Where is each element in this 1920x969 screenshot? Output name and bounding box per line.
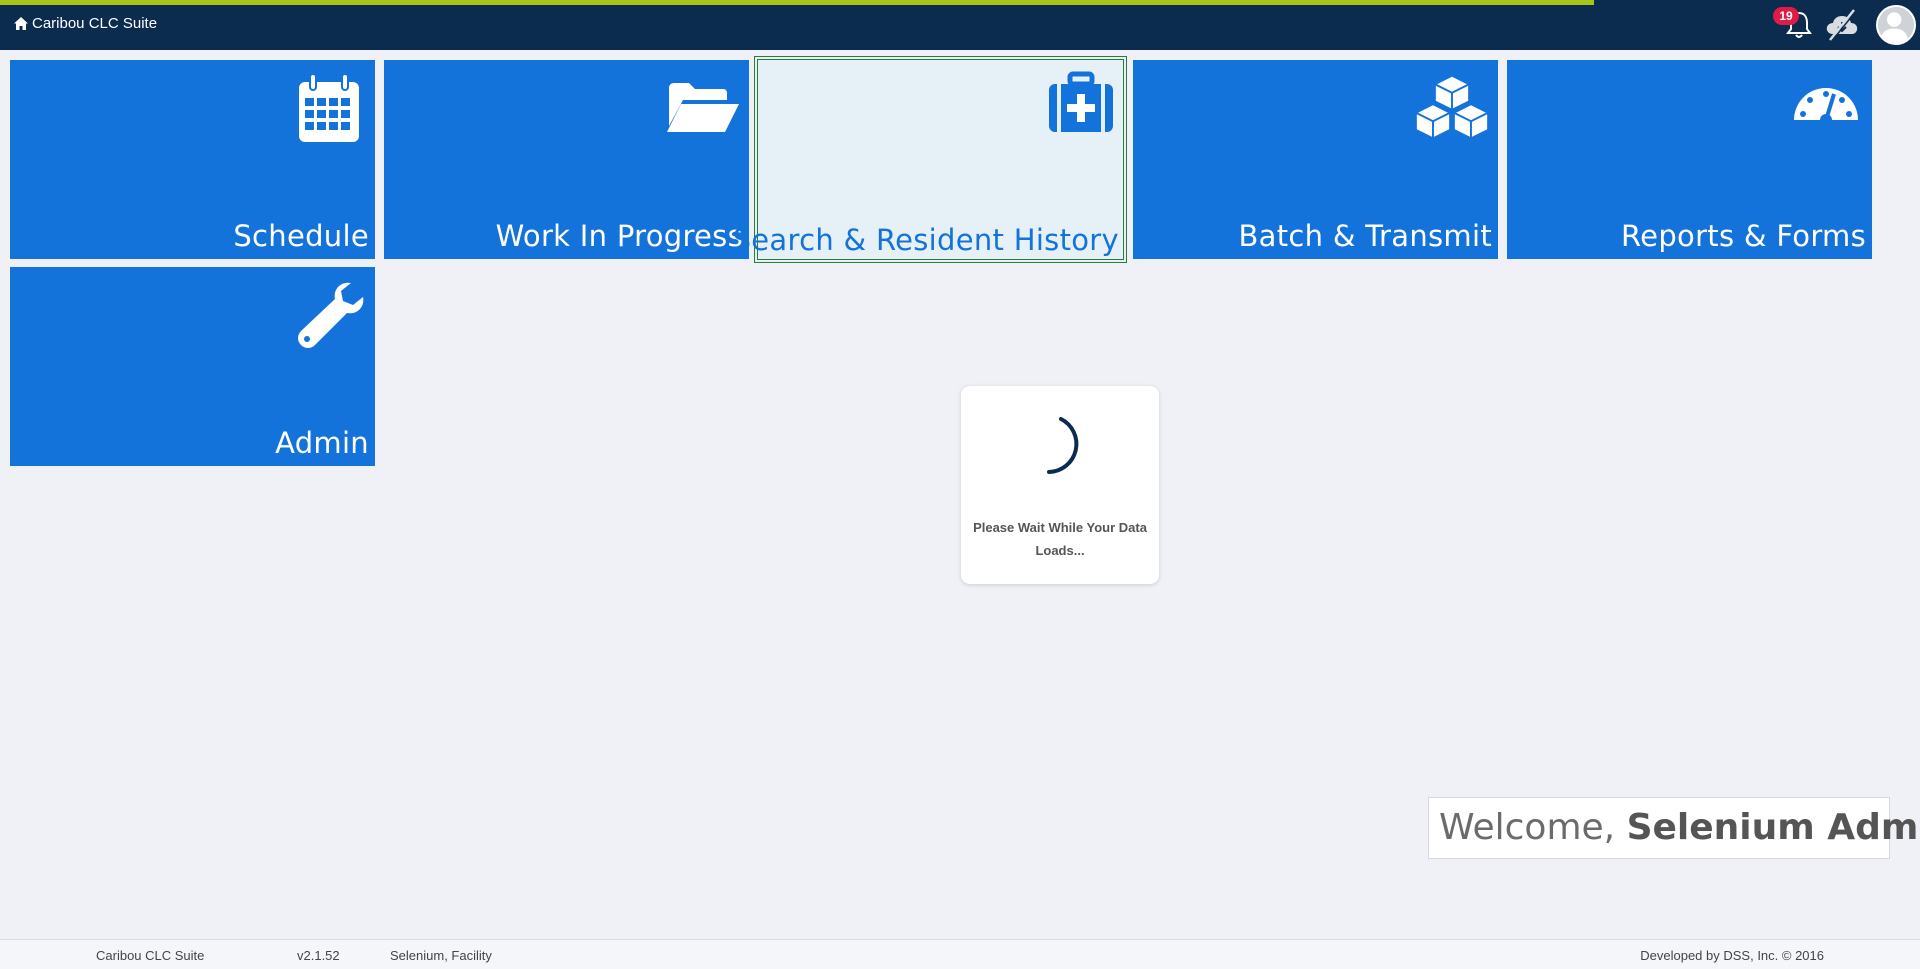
tile-label: Batch & Transmit — [1238, 219, 1492, 253]
home-icon — [14, 17, 28, 30]
footer-app-name: Caribou CLC Suite — [96, 948, 205, 963]
user-avatar[interactable] — [1876, 5, 1916, 45]
footer-facility: Selenium, Facility — [390, 948, 492, 963]
page-load-progress-bar — [0, 0, 1594, 5]
loading-dialog: Please Wait While Your Data Loads... — [961, 386, 1159, 584]
calendar-icon — [299, 73, 359, 142]
app-home-link[interactable]: Caribou CLC Suite — [14, 15, 157, 32]
wrench-icon — [298, 282, 364, 348]
loading-spinner-icon — [1047, 417, 1079, 474]
tile-batch-transmit[interactable]: Batch & Transmit — [1133, 60, 1498, 259]
footer-version: v2.1.52 — [297, 948, 340, 963]
tile-reports-forms[interactable]: Reports & Forms — [1507, 60, 1872, 259]
welcome-prefix: Welcome, — [1439, 807, 1627, 848]
folder-open-icon — [667, 83, 739, 132]
tile-schedule[interactable]: Schedule — [10, 60, 375, 259]
dashboard-icon — [1794, 88, 1858, 126]
top-navbar: Caribou CLC Suite 19 — [0, 0, 1920, 50]
footer-credits: Developed by DSS, Inc. © 2016 — [1640, 948, 1824, 963]
tile-label: Schedule — [233, 219, 369, 253]
tile-label: Reports & Forms — [1621, 219, 1866, 253]
medkit-icon — [1049, 71, 1113, 132]
cubes-icon — [1414, 74, 1490, 140]
cloud-download-disabled-icon[interactable] — [1824, 8, 1860, 42]
tile-label: Work In Progress — [495, 219, 743, 253]
app-title: Caribou CLC Suite — [32, 15, 158, 32]
notification-count-badge: 19 — [1773, 7, 1799, 25]
tile-label: Admin — [275, 426, 369, 460]
tile-admin[interactable]: Admin — [10, 267, 375, 466]
tile-label: Search & Resident History — [732, 223, 1119, 257]
loading-message: Please Wait While Your Data Loads... — [973, 520, 1147, 558]
user-silhouette-icon — [1879, 12, 1909, 43]
footer: Caribou CLC Suite v2.1.52 Selenium, Faci… — [0, 939, 1920, 969]
tile-work-in-progress[interactable]: Work In Progress — [384, 60, 749, 259]
welcome-user-name: Selenium Admin — [1626, 807, 1920, 848]
welcome-message: Welcome, Selenium Admin — [1428, 797, 1920, 859]
tile-search-resident-history[interactable]: Search & Resident History — [733, 56, 1127, 263]
